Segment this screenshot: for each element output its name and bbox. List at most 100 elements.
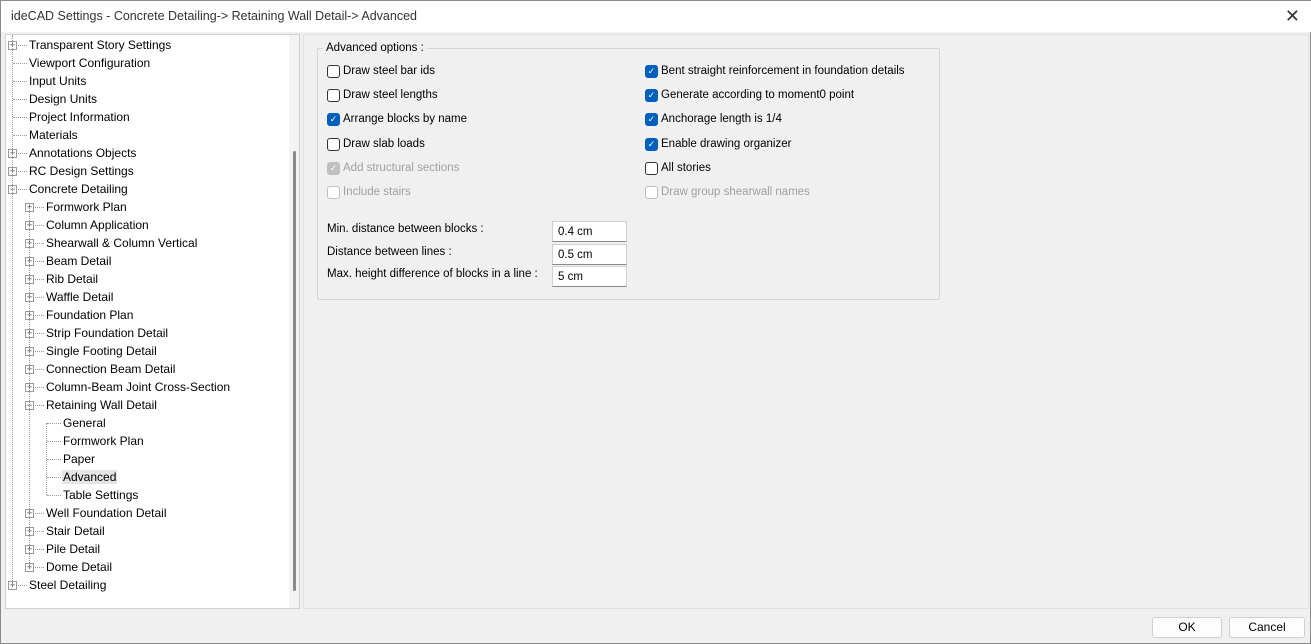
tree-item-label: Stair Detail — [46, 524, 105, 538]
value-input[interactable]: 0.4 cm — [552, 221, 627, 242]
tree-connector — [13, 99, 27, 100]
tree-item[interactable]: Rib Detail — [45, 270, 99, 288]
tree-item[interactable]: Paper — [62, 450, 96, 468]
tree-item-label: Beam Detail — [46, 254, 112, 268]
checkbox-label: All stories — [661, 162, 711, 174]
tree-item-label: RC Design Settings — [29, 164, 134, 178]
checkbox-label: Generate according to moment0 point — [661, 89, 855, 101]
tree-item-label: Steel Detailing — [29, 578, 107, 592]
value-input[interactable]: 0.5 cm — [552, 244, 627, 265]
tree-item-label: Transparent Story Settings — [29, 38, 172, 52]
tree-item[interactable]: Column-Beam Joint Cross-Section — [45, 378, 231, 396]
tree-item-label: Formwork Plan — [63, 434, 144, 448]
checkbox[interactable]: Draw slab loads — [327, 136, 425, 152]
tree-item[interactable]: Stair Detail — [45, 522, 106, 540]
tree-item[interactable]: Strip Foundation Detail — [45, 324, 169, 342]
checkbox-label: Arrange blocks by name — [343, 113, 468, 125]
tree-item-label: Paper — [63, 452, 96, 466]
tree-item[interactable]: Waffle Detail — [45, 288, 114, 306]
settings-tree: Transparent Story Settings + Viewport Conf… — [5, 34, 300, 609]
field-label: Min. distance between blocks : — [327, 223, 484, 235]
tree-item-label: Viewport Configuration — [29, 56, 151, 70]
tree-item[interactable]: Materials — [28, 126, 79, 144]
tree-item[interactable]: Advanced — [62, 468, 118, 486]
tree-item[interactable]: Single Footing Detail — [45, 342, 158, 360]
tree-item-label: Design Units — [29, 92, 98, 106]
tree-item[interactable]: Annotations Objects — [28, 144, 137, 162]
tree-item[interactable]: Connection Beam Detail — [45, 360, 176, 378]
tree-item-label: General — [63, 416, 106, 430]
field-label: Distance between lines : — [327, 246, 452, 258]
tree-item[interactable]: RC Design Settings — [28, 162, 135, 180]
tree-connector — [47, 459, 61, 460]
tree-item[interactable]: Formwork Plan — [62, 432, 145, 450]
checkbox-box — [645, 185, 658, 199]
tree-item[interactable]: Well Foundation Detail — [45, 504, 168, 522]
tree-connector — [47, 423, 61, 424]
tree-item-label: Table Settings — [63, 488, 139, 502]
checkbox[interactable]: ✓ Bent straight reinforcement in foundati… — [645, 63, 905, 79]
checkbox-box — [327, 88, 340, 102]
tree-item-label: Connection Beam Detail — [46, 362, 176, 376]
checkbox-label: Add structural sections — [343, 162, 460, 174]
tree-item[interactable]: Input Units — [28, 72, 87, 90]
tree-connector — [47, 477, 61, 478]
ok-button[interactable]: OK — [1152, 617, 1222, 638]
checkbox-label: Bent straight reinforcement in foundatio… — [661, 65, 905, 77]
tree-item-label: Strip Foundation Detail — [46, 326, 169, 340]
tree-item[interactable]: Steel Detailing — [28, 576, 107, 594]
tree-item-label: Shearwall & Column Vertical — [46, 236, 198, 250]
tree-item[interactable]: Retaining Wall Detail — [45, 396, 158, 414]
scrollbar-thumb[interactable] — [293, 151, 296, 591]
tree-item[interactable]: Pile Detail — [45, 540, 101, 558]
checkbox[interactable]: Draw steel lengths — [327, 87, 438, 103]
checkbox-label: Include stairs — [343, 186, 411, 198]
cancel-button[interactable]: Cancel — [1229, 617, 1305, 638]
checkmark-icon: ✓ — [327, 112, 340, 126]
checkbox-box — [327, 137, 340, 151]
window-title: ideCAD Settings - Concrete Detailing-> R… — [11, 9, 417, 23]
tree-item[interactable]: Concrete Detailing — [28, 180, 129, 198]
tree-item[interactable]: Project Information — [28, 108, 131, 126]
checkbox[interactable]: ✓ Generate according to moment0 point — [645, 87, 854, 103]
checkbox[interactable]: All stories — [645, 160, 711, 176]
tree-item-label: Formwork Plan — [46, 200, 127, 214]
field-label: Max. height difference of blocks in a li… — [327, 268, 538, 280]
group-label: Advanced options : — [323, 42, 427, 54]
tree-item-label: Materials — [29, 128, 78, 142]
tree-item[interactable]: Dome Detail — [45, 558, 113, 576]
checkbox[interactable]: ✓ Arrange blocks by name — [327, 111, 467, 127]
tree-item[interactable]: Formwork Plan — [45, 198, 128, 216]
checkbox-label: Draw slab loads — [343, 138, 425, 150]
tree-item-label: Retaining Wall Detail — [46, 398, 157, 412]
tree-item[interactable]: Design Units — [28, 90, 98, 108]
tree-connector — [47, 441, 61, 442]
checkbox[interactable]: ✓ Enable drawing organizer — [645, 136, 791, 152]
checkbox[interactable]: Draw steel bar ids — [327, 63, 435, 79]
tree-item[interactable]: Beam Detail — [45, 252, 112, 270]
tree-item[interactable]: Shearwall & Column Vertical — [45, 234, 198, 252]
tree-scrollbar[interactable] — [289, 35, 299, 608]
tree-item[interactable]: Column Application — [45, 216, 150, 234]
checkbox-label: Draw steel lengths — [343, 89, 438, 101]
tree-item[interactable]: Viewport Configuration — [28, 54, 151, 72]
tree-connector — [46, 423, 47, 495]
title-bar: ideCAD Settings - Concrete Detailing-> R… — [1, 1, 1311, 32]
value-input[interactable]: 5 cm — [552, 266, 627, 287]
tree-item[interactable]: Foundation Plan — [45, 306, 134, 324]
tree-item-label: Well Foundation Detail — [46, 506, 167, 520]
tree-connector — [12, 35, 13, 585]
checkmark-icon: ✓ — [645, 64, 658, 78]
checkmark-icon: ✓ — [645, 112, 658, 126]
close-icon[interactable]: ✕ — [1285, 6, 1300, 27]
tree-item[interactable]: Transparent Story Settings — [28, 36, 172, 54]
tree-connector — [29, 207, 30, 567]
tree-item[interactable]: General — [62, 414, 107, 432]
tree-item-label: Column Application — [46, 218, 149, 232]
tree-item-label: Concrete Detailing — [29, 182, 128, 196]
tree-connector — [13, 63, 27, 64]
tree-item-label: Waffle Detail — [46, 290, 114, 304]
tree-item[interactable]: Table Settings — [62, 486, 139, 504]
tree-item-label: Annotations Objects — [29, 146, 137, 160]
checkbox[interactable]: ✓ Anchorage length is 1/4 — [645, 111, 782, 127]
